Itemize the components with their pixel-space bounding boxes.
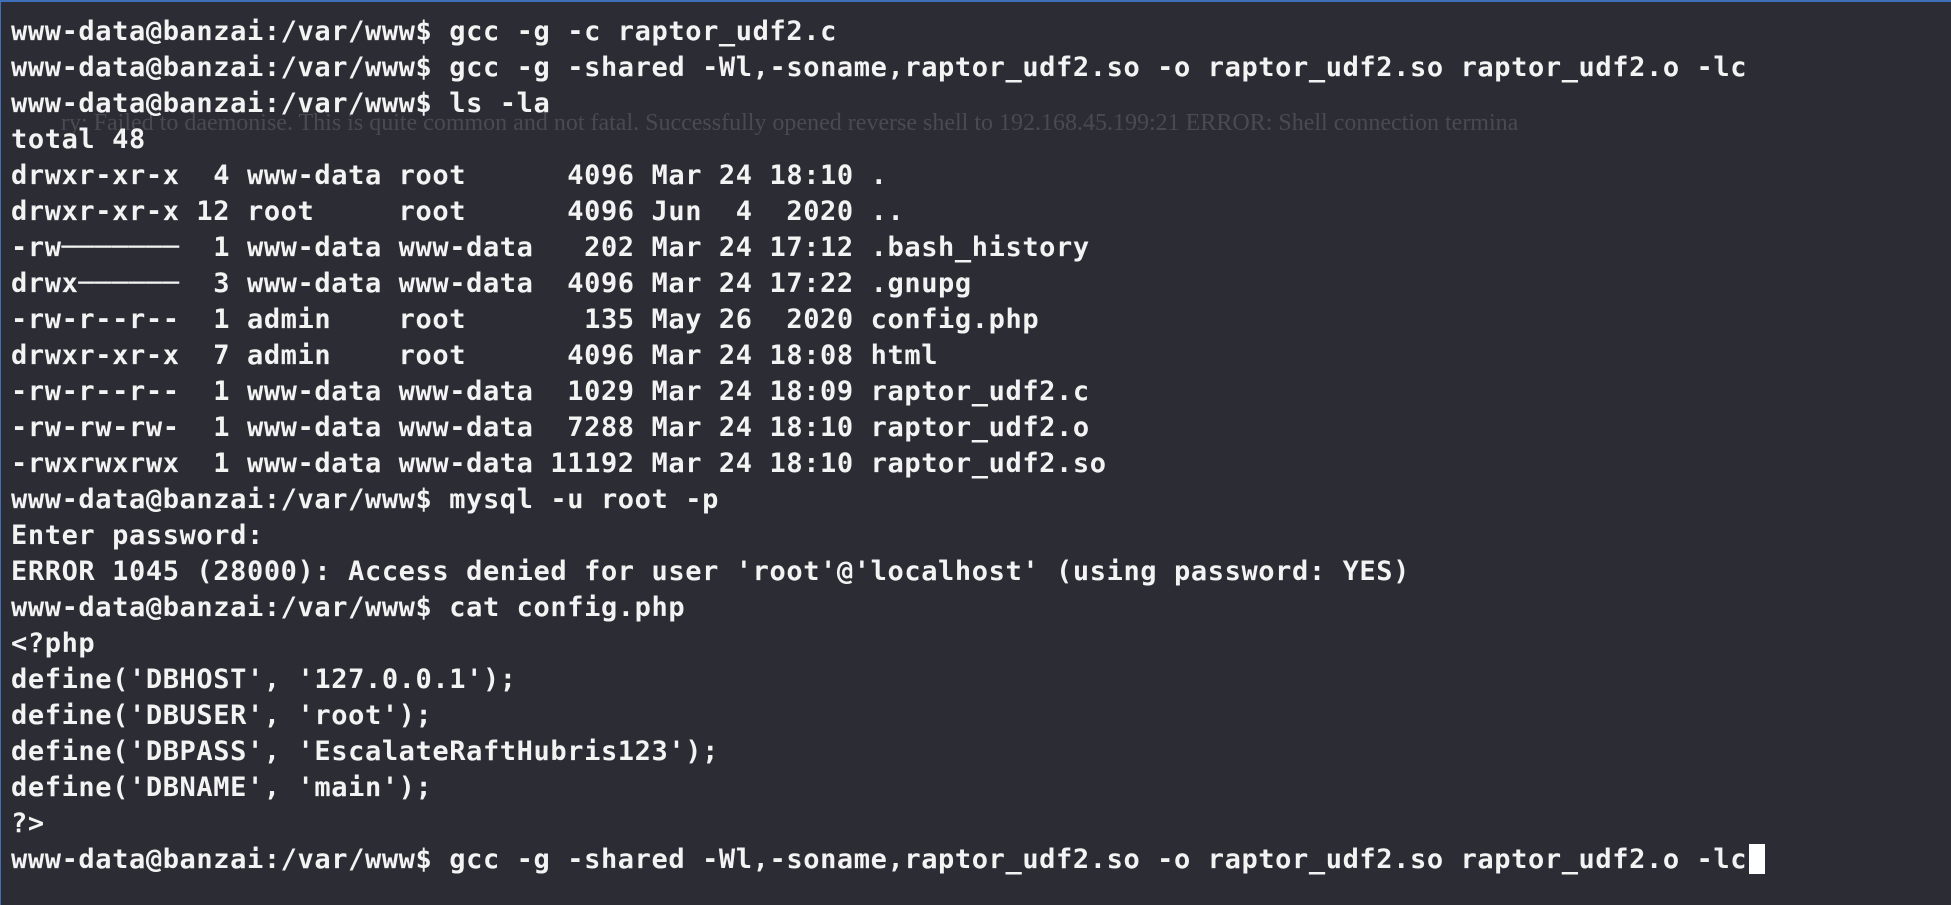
output-line: define('DBPASS', 'EscalateRaftHubris123'… [11, 736, 719, 767]
output-line: drwxr-xr-x 4 www-data root 4096 Mar 24 1… [11, 160, 888, 191]
output-line: <?php [11, 628, 96, 659]
command-line: www-data@banzai:/var/www$ gcc -g -shared… [11, 50, 1951, 86]
output-line: ERROR 1045 (28000): Access denied for us… [11, 556, 1410, 587]
output-line: -rw-r--r-- 1 www-data www-data 1029 Mar … [11, 376, 1090, 407]
output-line: ?> [11, 808, 45, 839]
shell-prompt: www-data@banzai:/var/www$ [11, 16, 433, 47]
shell-prompt: www-data@banzai:/var/www$ [11, 52, 433, 83]
command-text: ls -la [432, 88, 551, 119]
output-line: -rw-r--r-- 1 admin root 135 May 26 2020 … [11, 304, 1040, 335]
current-input-line: www-data@banzai:/var/www$ gcc -g -shared… [11, 842, 1951, 878]
command-line: www-data@banzai:/var/www$ cat config.php [11, 590, 1951, 626]
output-line: -rw─────── 1 www-data www-data 202 Mar 2… [11, 232, 1090, 263]
command-line: www-data@banzai:/var/www$ gcc -g -c rapt… [11, 14, 1951, 50]
output-line: drwxr-xr-x 12 root root 4096 Jun 4 2020 … [11, 196, 905, 227]
output-line: -rwxrwxrwx 1 www-data www-data 11192 Mar… [11, 448, 1107, 479]
terminal-output[interactable]: www-data@banzai:/var/www$ gcc -g -c rapt… [11, 14, 1951, 878]
command-line: www-data@banzai:/var/www$ mysql -u root … [11, 482, 1951, 518]
output-line: total 48 [11, 124, 146, 155]
command-text: mysql -u root -p [432, 484, 719, 515]
output-line: Enter password: [11, 520, 264, 551]
command-text: gcc -g -c raptor_udf2.c [432, 16, 837, 47]
command-text: gcc -g -shared -Wl,-soname,raptor_udf2.s… [432, 52, 1748, 83]
shell-prompt: www-data@banzai:/var/www$ [11, 592, 433, 623]
output-line: drwxr-xr-x 7 admin root 4096 Mar 24 18:0… [11, 340, 939, 371]
terminal-window[interactable]: ry: Failed to daemonise. This is quite c… [0, 0, 1951, 905]
text-cursor [1749, 844, 1766, 874]
command-text: cat config.php [432, 592, 686, 623]
shell-prompt: www-data@banzai:/var/www$ [11, 88, 433, 119]
output-line: drwx────── 3 www-data www-data 4096 Mar … [11, 268, 972, 299]
command-input[interactable]: gcc -g -shared -Wl,-soname,raptor_udf2.s… [432, 844, 1747, 875]
shell-prompt: www-data@banzai:/var/www$ [11, 844, 433, 875]
output-line: define('DBHOST', '127.0.0.1'); [11, 664, 517, 695]
command-line: www-data@banzai:/var/www$ ls -la [11, 86, 1951, 122]
shell-prompt: www-data@banzai:/var/www$ [11, 484, 433, 515]
output-line: -rw-rw-rw- 1 www-data www-data 7288 Mar … [11, 412, 1090, 443]
output-line: define('DBUSER', 'root'); [11, 700, 433, 731]
output-line: define('DBNAME', 'main'); [11, 772, 433, 803]
